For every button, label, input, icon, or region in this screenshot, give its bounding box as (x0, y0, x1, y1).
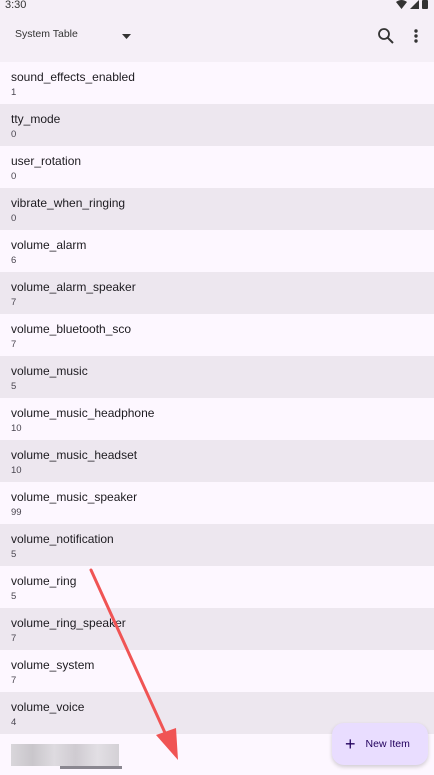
settings-row[interactable]: volume_music 5 (0, 356, 434, 398)
setting-key: volume_notification (11, 532, 114, 546)
battery-icon (422, 0, 428, 9)
settings-row[interactable]: volume_alarm_speaker 7 (0, 272, 434, 314)
setting-key: volume_ring_speaker (11, 616, 126, 630)
search-icon[interactable] (377, 27, 395, 45)
signal-icon (410, 0, 419, 9)
setting-value: 4 (11, 717, 17, 728)
settings-row[interactable]: tty_mode 0 (0, 104, 434, 146)
settings-list: sound_effects_enabled 1 tty_mode 0 user_ro… (0, 62, 434, 734)
settings-row[interactable]: volume_alarm 6 (0, 230, 434, 272)
status-bar: 3:30 (0, 0, 434, 12)
setting-value: 0 (11, 129, 17, 140)
plus-icon: + (345, 734, 356, 754)
table-selector-label: System Table (15, 28, 78, 40)
app-bar: System Table (0, 12, 434, 62)
setting-value: 5 (11, 549, 17, 560)
setting-value: 7 (11, 339, 17, 350)
setting-value: 99 (11, 507, 22, 518)
settings-row[interactable]: user_rotation 0 (0, 146, 434, 188)
setting-key: volume_bluetooth_sco (11, 322, 132, 336)
new-item-button[interactable]: + New Item (332, 723, 428, 765)
setting-value: 5 (11, 591, 17, 602)
setting-value: 10 (11, 423, 22, 434)
setting-value: 1 (11, 87, 17, 98)
setting-value: 5 (11, 381, 17, 392)
setting-key: volume_music (11, 364, 88, 378)
settings-row[interactable]: volume_music_speaker 99 (0, 482, 434, 524)
settings-row[interactable]: volume_music_headphone 10 (0, 398, 434, 440)
blurred-underline (60, 766, 122, 769)
status-icons (396, 0, 428, 9)
more-options-icon[interactable] (411, 27, 421, 45)
wifi-icon (396, 0, 407, 9)
setting-key: volume_alarm (11, 238, 87, 252)
setting-value: 7 (11, 633, 17, 644)
setting-value: 7 (11, 675, 17, 686)
setting-key: volume_music_headphone (11, 406, 155, 420)
setting-key: volume_system (11, 658, 95, 672)
setting-key: volume_voice (11, 700, 85, 714)
setting-key: user_rotation (11, 154, 82, 168)
settings-row[interactable]: volume_bluetooth_sco 7 (0, 314, 434, 356)
setting-key: volume_ring (11, 574, 77, 588)
setting-value: 10 (11, 465, 22, 476)
setting-value: 7 (11, 297, 17, 308)
dropdown-arrow-icon[interactable] (122, 34, 131, 39)
setting-value: 0 (11, 213, 17, 224)
setting-key: vibrate_when_ringing (11, 196, 126, 210)
settings-row[interactable]: volume_system 7 (0, 650, 434, 692)
status-time: 3:30 (5, 0, 27, 11)
settings-row[interactable]: volume_music_headset 10 (0, 440, 434, 482)
setting-key: tty_mode (11, 112, 61, 126)
setting-value: 0 (11, 171, 17, 182)
settings-row[interactable]: vibrate_when_ringing 0 (0, 188, 434, 230)
new-item-label: New Item (365, 738, 410, 750)
setting-key: sound_effects_enabled (11, 70, 135, 84)
settings-row[interactable]: sound_effects_enabled 1 (0, 62, 434, 104)
setting-key: volume_music_headset (11, 448, 138, 462)
settings-row[interactable]: volume_notification 5 (0, 524, 434, 566)
setting-value: 6 (11, 255, 17, 266)
settings-row[interactable]: volume_ring_speaker 7 (0, 608, 434, 650)
blurred-region (11, 744, 119, 766)
setting-key: volume_music_speaker (11, 490, 138, 504)
table-selector[interactable]: System Table (15, 28, 78, 40)
setting-key: volume_alarm_speaker (11, 280, 136, 294)
settings-row[interactable]: volume_ring 5 (0, 566, 434, 608)
